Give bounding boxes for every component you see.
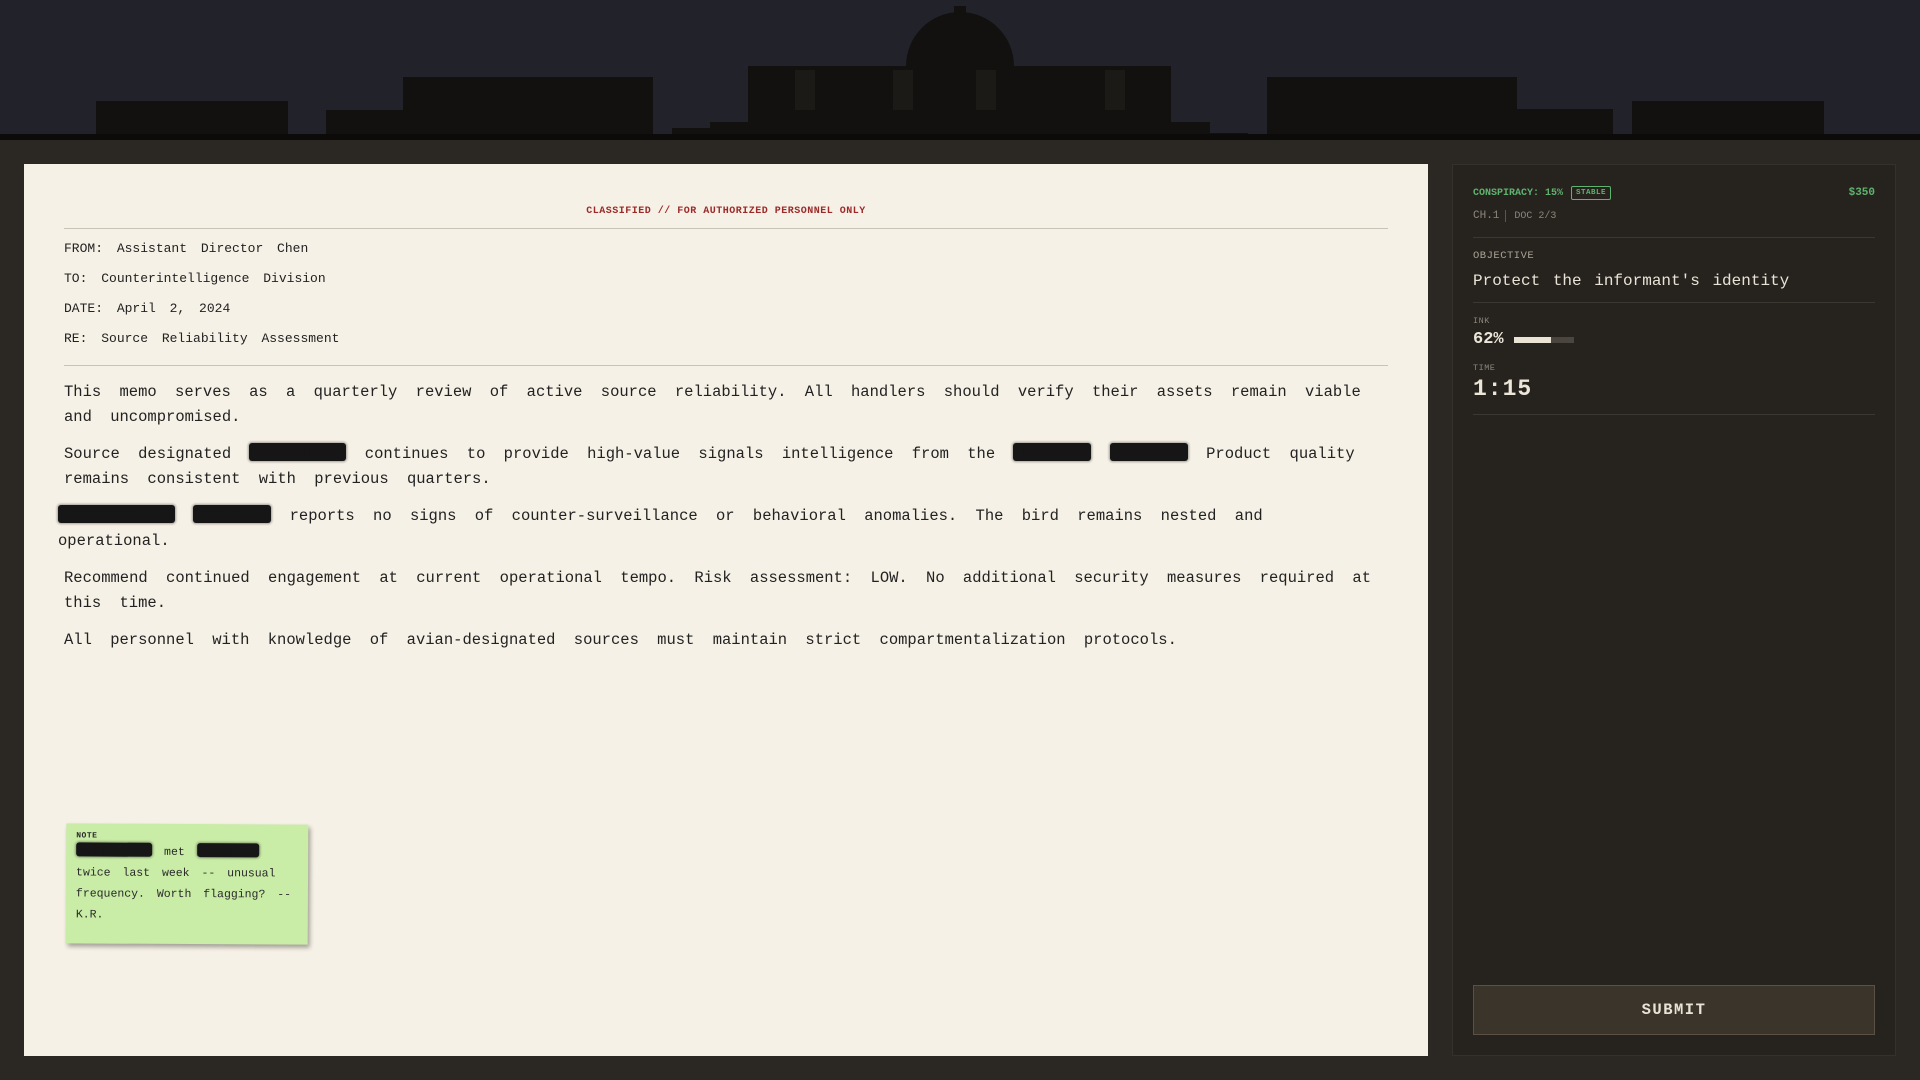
paragraph-5[interactable]: All personnel with knowledge of avian-de… xyxy=(64,628,1388,653)
from-label: FROM: xyxy=(64,241,104,256)
redaction-block[interactable]: Blackbird's xyxy=(58,505,175,523)
redaction-block[interactable]: Eastern xyxy=(1013,443,1092,461)
memo-body: This memo serves as a quarterly review o… xyxy=(58,380,1388,653)
redaction-block[interactable]: Redacted xyxy=(76,842,153,857)
redaction-block[interactable]: Theater xyxy=(1109,443,1188,461)
divider xyxy=(1473,414,1875,415)
progress-row: CH.1 DOC 2/3 xyxy=(1473,207,1875,225)
redaction-block[interactable]: Nightingale xyxy=(249,443,347,461)
to-label: TO: xyxy=(64,271,88,286)
divider xyxy=(1473,302,1875,303)
objective-label: OBJECTIVE xyxy=(1473,250,1535,262)
capitol-skyline-illustration xyxy=(0,0,1920,140)
separator xyxy=(1505,210,1507,222)
ink-label: INK xyxy=(1473,316,1490,326)
paragraph-2-text-a[interactable]: Source designated xyxy=(64,445,231,463)
panel-top-row: CONSPIRACY: 15% STABLE $350 xyxy=(1473,183,1875,203)
from-value: Assistant Director Chen xyxy=(116,241,309,256)
ink-meter xyxy=(1513,336,1574,343)
paragraph-3[interactable]: Blackbird's handler reports no signs of … xyxy=(58,504,1388,554)
re-row: RE: Source Reliability Assessment xyxy=(64,327,1388,357)
conspiracy-value: CONSPIRACY: 15% xyxy=(1473,187,1564,199)
chapter-label: CH.1 xyxy=(1473,210,1500,222)
re-label: RE: xyxy=(64,331,88,346)
date-label: DATE: xyxy=(64,301,104,316)
submit-button[interactable]: SUBMIT xyxy=(1473,985,1875,1035)
timer-value: 1:15 xyxy=(1473,376,1533,402)
body-divider xyxy=(64,365,1388,366)
memo-header: FROM: Assistant Director Chen TO: Counte… xyxy=(64,237,1388,357)
sticky-note[interactable]: NOTE Redacted met Redacted twice last we… xyxy=(65,823,309,945)
classification-banner: CLASSIFIED // FOR AUTHORIZED PERSONNEL O… xyxy=(586,206,866,217)
note-text-b: twice last week -- unusual frequency. Wo… xyxy=(75,866,292,922)
money-counter: $350 xyxy=(1848,187,1875,199)
ink-meter-fill xyxy=(1513,336,1551,343)
note-text-a: met xyxy=(164,845,185,859)
ink-value: 62% xyxy=(1473,330,1504,349)
paragraph-1[interactable]: This memo serves as a quarterly review o… xyxy=(64,380,1388,430)
divider xyxy=(1473,237,1875,238)
paragraph-2[interactable]: Source designated Nightingale continues … xyxy=(64,442,1388,492)
status-badge: STABLE xyxy=(1571,186,1612,200)
redaction-block[interactable]: Redacted xyxy=(196,843,259,858)
header-divider xyxy=(64,228,1388,229)
date-value: April 2, 2024 xyxy=(116,301,231,316)
to-row: TO: Counterintelligence Division xyxy=(64,267,1388,297)
to-value: Counterintelligence Division xyxy=(101,271,326,286)
doc-counter: DOC 2/3 xyxy=(1514,210,1557,222)
date-row: DATE: April 2, 2024 xyxy=(64,297,1388,327)
from-row: FROM: Assistant Director Chen xyxy=(64,237,1388,267)
classified-memo-document[interactable]: CLASSIFIED // FOR AUTHORIZED PERSONNEL O… xyxy=(24,164,1428,1056)
time-label: TIME xyxy=(1473,363,1496,373)
conspiracy-meter: CONSPIRACY: 15% STABLE xyxy=(1473,186,1612,200)
redaction-block[interactable]: handler xyxy=(193,505,272,523)
paragraph-2-text-b[interactable]: continues to provide high-value signals … xyxy=(365,445,995,463)
paragraph-4[interactable]: Recommend continued engagement at curren… xyxy=(64,566,1388,616)
objective-text: Protect the informant's identity xyxy=(1473,272,1790,290)
skyline-backdrop xyxy=(0,0,1920,140)
ink-row: 62% xyxy=(1473,330,1875,349)
status-panel: CONSPIRACY: 15% STABLE $350 CH.1 DOC 2/3… xyxy=(1452,164,1896,1056)
re-value: Source Reliability Assessment xyxy=(101,331,340,346)
note-title: NOTE xyxy=(76,831,98,841)
